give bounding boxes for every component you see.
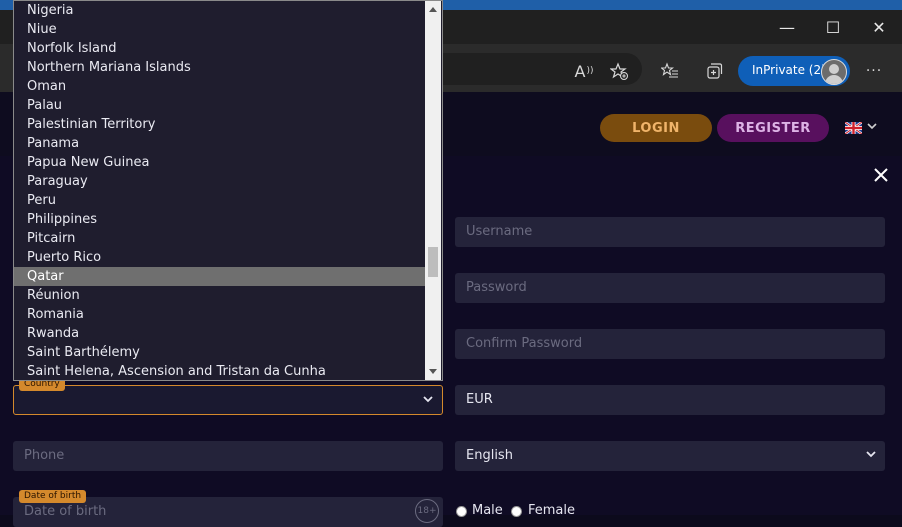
country-option[interactable]: Pitcairn [14, 229, 426, 248]
country-dropdown-list[interactable]: Nigeria Niue Norfolk Island Northern Marian… [13, 0, 443, 381]
scroll-up-icon[interactable] [425, 1, 441, 17]
country-option[interactable]: Puerto Rico [14, 248, 426, 267]
country-option[interactable]: Nigeria [14, 1, 426, 20]
country-option[interactable]: Paraguay [14, 172, 426, 191]
collections-icon[interactable] [700, 57, 728, 85]
collections-glyph-icon [707, 63, 723, 79]
close-modal-icon[interactable] [868, 162, 894, 188]
dob-label: Date of birth [19, 490, 87, 503]
password-placeholder: Password [466, 280, 527, 295]
read-aloud-glyph: A [574, 61, 586, 81]
age-badge: 18+ [415, 499, 439, 523]
password-field[interactable]: Password [455, 273, 885, 303]
male-label: Male [472, 503, 503, 518]
star-plus-icon [610, 62, 628, 80]
country-option[interactable]: Saint Barthélemy [14, 343, 426, 362]
female-radio[interactable] [511, 506, 522, 517]
uk-flag-icon [845, 122, 862, 134]
maximize-button[interactable]: ☐ [810, 10, 856, 44]
country-option[interactable]: Réunion [14, 286, 426, 305]
inprivate-button[interactable]: InPrivate (2) [738, 56, 850, 86]
add-favorite-icon[interactable] [605, 57, 633, 85]
country-option[interactable]: Papua New Guinea [14, 153, 426, 172]
login-button[interactable]: LOGIN [600, 114, 712, 142]
country-option[interactable]: Philippines [14, 210, 426, 229]
phone-placeholder: Phone [24, 448, 65, 463]
country-option[interactable]: Panama [14, 134, 426, 153]
language-value: English [466, 448, 513, 463]
username-field[interactable]: Username [455, 217, 885, 247]
country-option[interactable]: Palau [14, 96, 426, 115]
username-placeholder: Username [466, 224, 533, 239]
scroll-down-icon[interactable] [425, 364, 441, 380]
country-option[interactable]: Northern Mariana Islands [14, 58, 426, 77]
confirm-password-placeholder: Confirm Password [466, 336, 583, 351]
phone-field[interactable]: Phone [13, 441, 443, 471]
country-option[interactable]: Palestinian Territory [14, 115, 426, 134]
dob-placeholder: Date of birth [24, 504, 107, 519]
register-button[interactable]: REGISTER [717, 114, 829, 142]
favorites-icon[interactable] [656, 57, 684, 85]
country-option[interactable]: Romania [14, 305, 426, 324]
country-select[interactable] [13, 385, 443, 415]
chevron-down-icon [867, 121, 877, 134]
country-option[interactable]: Peru [14, 191, 426, 210]
country-option[interactable]: Norfolk Island [14, 39, 426, 58]
dropdown-scrollbar[interactable] [425, 1, 441, 380]
inprivate-label: InPrivate (2) [752, 63, 826, 77]
language-selector[interactable] [845, 121, 877, 135]
country-option[interactable]: Rwanda [14, 324, 426, 343]
chevron-down-icon [422, 392, 434, 410]
dropdown-scroll-thumb[interactable] [428, 247, 438, 277]
profile-avatar-icon [821, 59, 847, 85]
minimize-button[interactable]: — [764, 10, 810, 44]
country-option[interactable]: Niue [14, 20, 426, 39]
read-aloud-icon[interactable]: A)) [570, 57, 598, 85]
more-options-icon[interactable]: ··· [860, 57, 888, 85]
female-label: Female [528, 503, 576, 518]
close-window-button[interactable]: ✕ [856, 10, 902, 44]
star-list-icon [661, 62, 678, 78]
country-option[interactable]: Oman [14, 77, 426, 96]
country-option[interactable]: Qatar [14, 267, 426, 286]
currency-value: EUR [466, 392, 493, 407]
currency-field[interactable]: EUR [455, 385, 885, 415]
language-select[interactable]: English [455, 441, 885, 471]
confirm-password-field[interactable]: Confirm Password [455, 329, 885, 359]
country-option[interactable]: Saint Helena, Ascension and Tristan da C… [14, 362, 426, 380]
chevron-down-icon [865, 447, 877, 465]
male-radio[interactable] [456, 506, 467, 517]
